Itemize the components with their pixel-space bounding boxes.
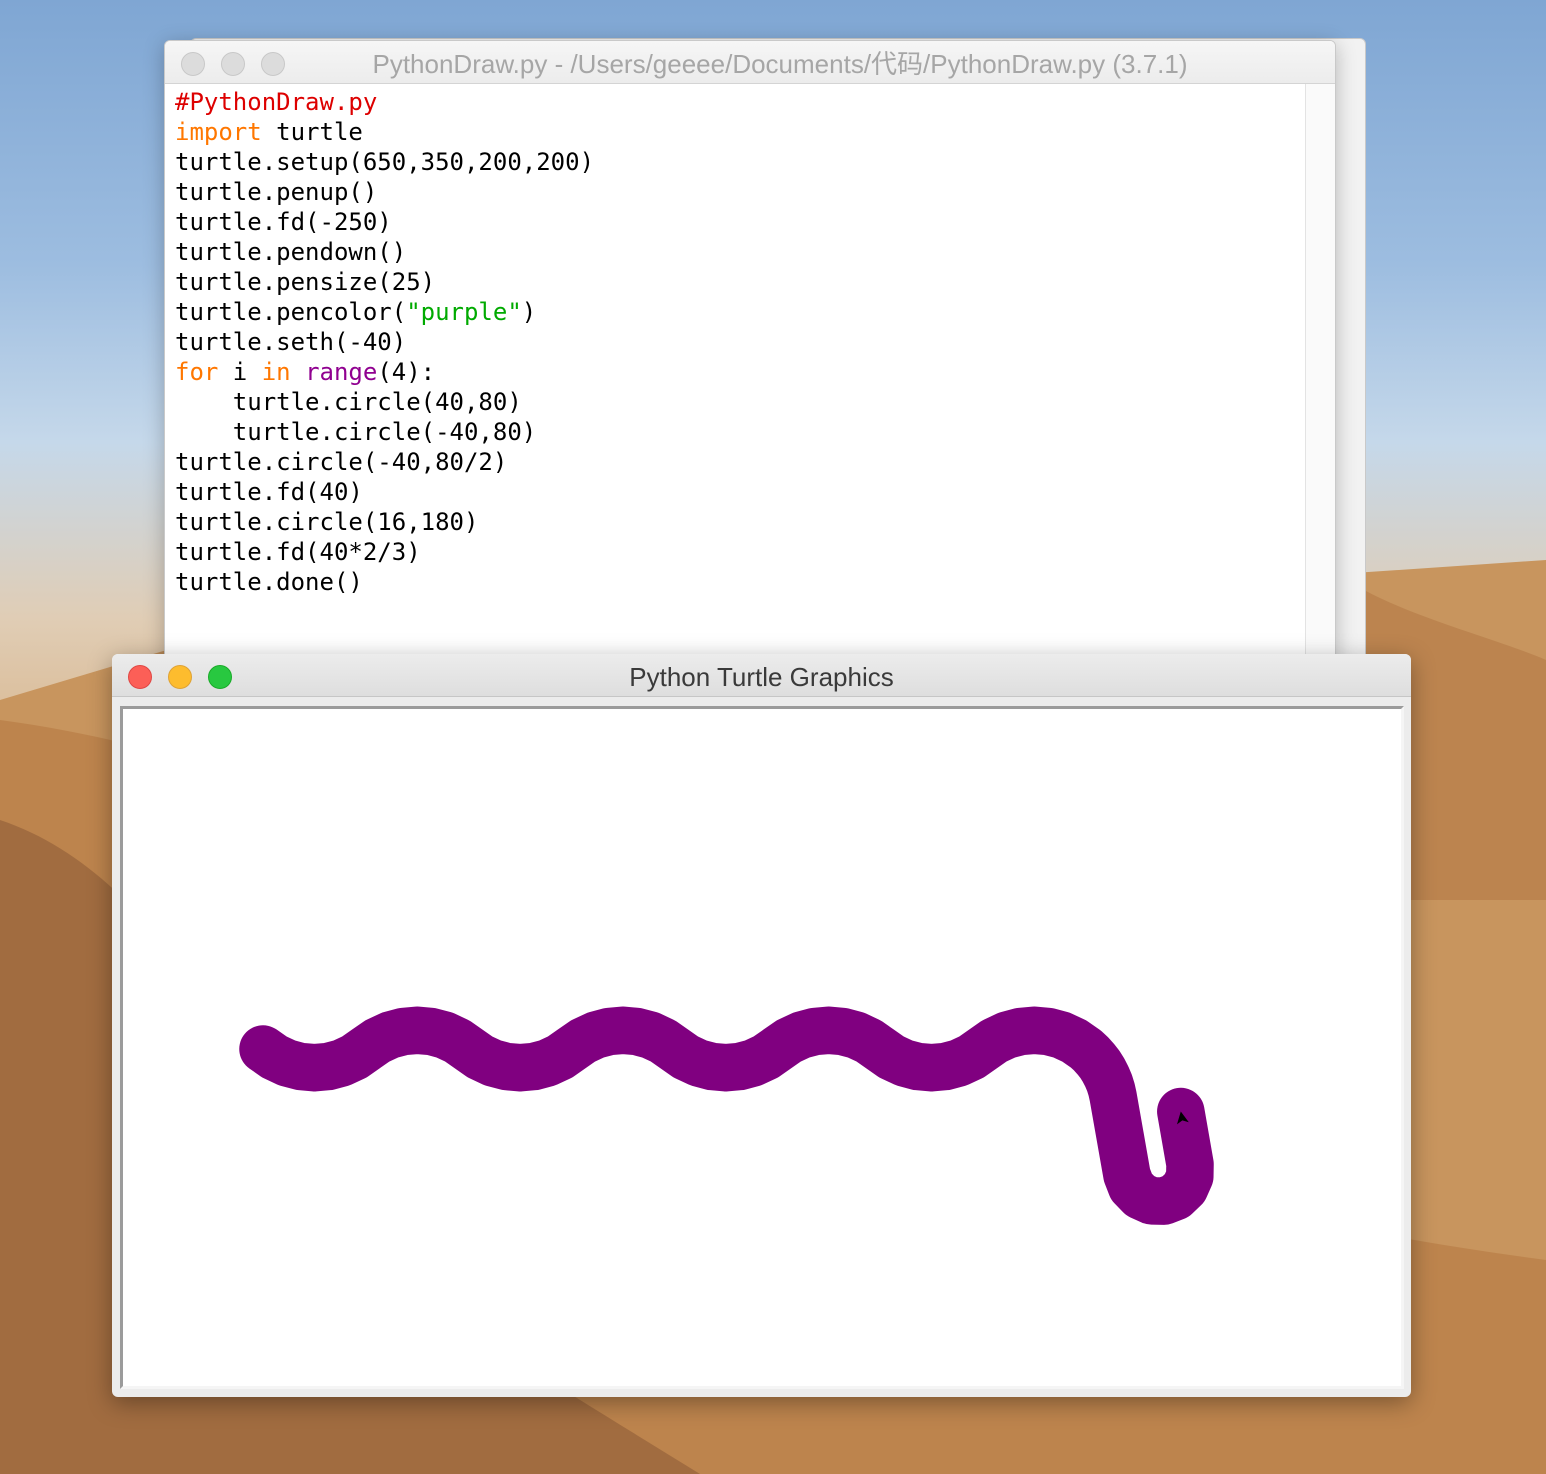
code-token: turtle.pensize(25) [175, 268, 436, 296]
code-token: turtle [261, 118, 363, 146]
turtle-canvas-frame [120, 706, 1404, 1389]
code-line: turtle.pencolor("purple") [175, 297, 1305, 327]
code-line: turtle.fd(-250) [175, 207, 1305, 237]
code-line: turtle.seth(-40) [175, 327, 1305, 357]
code-line: turtle.circle(40,80) [175, 387, 1305, 417]
code-token: turtle.done() [175, 568, 363, 596]
code-token: (4): [377, 358, 436, 386]
turtle-titlebar[interactable]: Python Turtle Graphics [112, 654, 1411, 697]
code-editor[interactable]: #PythonDraw.py import turtle turtle.setup(… [165, 84, 1305, 671]
editor-scrollbar[interactable] [1305, 84, 1335, 671]
code-line: turtle.fd(40*2/3) [175, 537, 1305, 567]
code-token: for [175, 358, 219, 386]
code-token: turtle.seth(-40) [175, 328, 407, 356]
code-token: #PythonDraw.py [175, 88, 378, 116]
code-token: turtle.circle(-40,80/2) [175, 448, 508, 476]
code-token: turtle.pencolor( [175, 298, 407, 326]
turtle-graphics-window[interactable]: Python Turtle Graphics [112, 654, 1411, 1397]
code-line: turtle.setup(650,350,200,200) [175, 147, 1305, 177]
turtle-canvas[interactable] [123, 709, 1401, 1386]
code-token: turtle.fd(40*2/3) [175, 538, 421, 566]
code-line: import turtle [175, 117, 1305, 147]
code-token: range [305, 358, 378, 386]
code-token: turtle.pendown() [175, 238, 407, 266]
code-token: turtle.fd(40) [175, 478, 363, 506]
code-line: #PythonDraw.py [175, 87, 1305, 117]
idle-editor-window[interactable]: PythonDraw.py - /Users/geeee/Documents/代… [164, 40, 1336, 672]
python-snake-drawing [239, 1006, 1214, 1225]
code-token: i [218, 358, 262, 386]
turtle-window-title: Python Turtle Graphics [629, 662, 894, 692]
code-line: turtle.pendown() [175, 237, 1305, 267]
code-token: in [261, 358, 291, 386]
code-line: for i in range(4): [175, 357, 1305, 387]
editor-window-title: PythonDraw.py - /Users/geeee/Documents/代… [372, 49, 1188, 79]
code-token: "purple" [406, 298, 522, 326]
code-line: turtle.circle(16,180) [175, 507, 1305, 537]
code-line: turtle.circle(-40,80) [175, 417, 1305, 447]
code-token: import [175, 118, 262, 146]
code-line: turtle.fd(40) [175, 477, 1305, 507]
code-token: turtle.setup(650,350,200,200) [175, 148, 595, 176]
code-token: turtle.circle(16,180) [175, 508, 479, 536]
code-line: turtle.pensize(25) [175, 267, 1305, 297]
code-token: ) [521, 298, 537, 326]
code-line: turtle.circle(-40,80/2) [175, 447, 1305, 477]
code-line: turtle.done() [175, 567, 1305, 597]
code-token: turtle.fd(-250) [175, 208, 392, 236]
code-token: turtle.circle(40,80) [175, 388, 522, 416]
code-token: turtle.penup() [175, 178, 378, 206]
code-token: turtle.circle(-40,80) [175, 418, 537, 446]
desktop-background: PythonDraw.py - /Users/geeee/Documents/代… [0, 0, 1546, 1474]
code-line: turtle.penup() [175, 177, 1305, 207]
editor-titlebar[interactable]: PythonDraw.py - /Users/geeee/Documents/代… [165, 41, 1335, 84]
